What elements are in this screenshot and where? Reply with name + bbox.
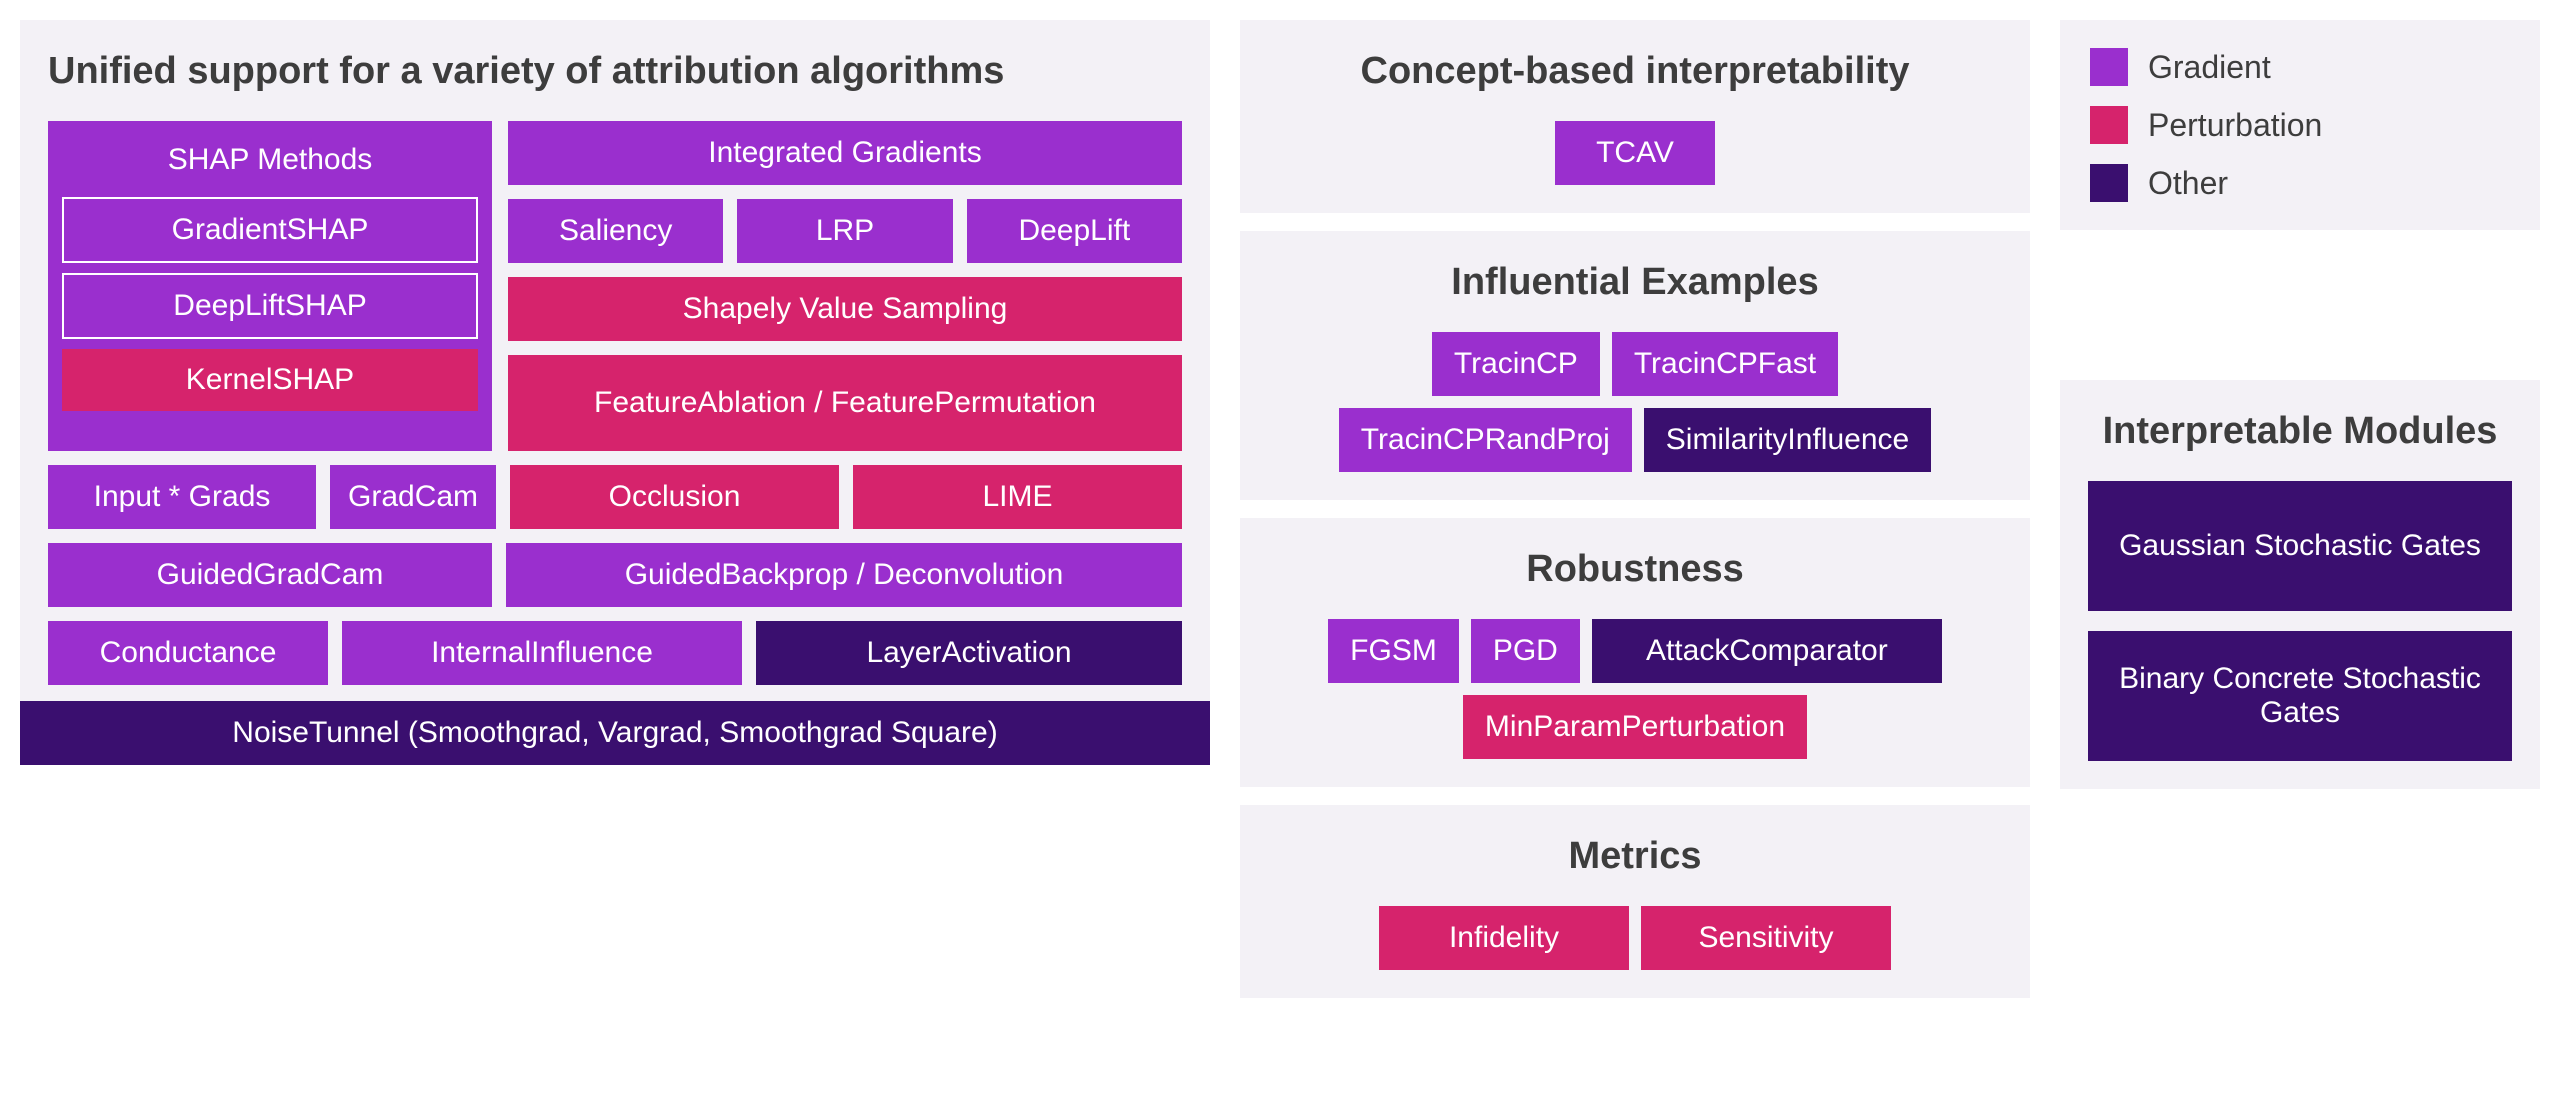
shap-methods-group: SHAP Methods GradientSHAP DeepLiftSHAP K… bbox=[48, 121, 492, 451]
concept-panel: Concept-based interpretability TCAV bbox=[1240, 20, 2030, 213]
legend-gradient: Gradient bbox=[2090, 48, 2510, 86]
noise-tunnel-cell: NoiseTunnel (Smoothgrad, Vargrad, Smooth… bbox=[20, 701, 1210, 765]
gradient-swatch bbox=[2090, 48, 2128, 86]
tracincp-randproj-cell: TracinCPRandProj bbox=[1339, 408, 1632, 472]
infidelity-cell: Infidelity bbox=[1379, 906, 1629, 970]
deeplift-shap-cell: DeepLiftSHAP bbox=[62, 273, 478, 339]
lime-cell: LIME bbox=[853, 465, 1182, 529]
shap-header: SHAP Methods bbox=[62, 137, 478, 187]
sensitivity-cell: Sensitivity bbox=[1641, 906, 1891, 970]
attack-comparator-cell: AttackComparator bbox=[1592, 619, 1942, 683]
other-swatch bbox=[2090, 164, 2128, 202]
perturbation-swatch bbox=[2090, 106, 2128, 144]
input-grads-cell: Input * Grads bbox=[48, 465, 316, 529]
guided-backprop-cell: GuidedBackprop / Deconvolution bbox=[506, 543, 1182, 607]
tcav-cell: TCAV bbox=[1555, 121, 1715, 185]
saliency-cell: Saliency bbox=[508, 199, 723, 263]
attribution-title: Unified support for a variety of attribu… bbox=[48, 50, 1182, 93]
robustness-title: Robustness bbox=[1268, 548, 2002, 591]
influential-panel: Influential Examples TracinCP TracinCPFa… bbox=[1240, 231, 2030, 500]
attribution-column: Unified support for a variety of attribu… bbox=[20, 20, 1210, 998]
gradcam-cell: GradCam bbox=[330, 465, 496, 529]
gaussian-gates-cell: Gaussian Stochastic Gates bbox=[2088, 481, 2512, 611]
legend-other: Other bbox=[2090, 164, 2510, 202]
legend-perturbation: Perturbation bbox=[2090, 106, 2510, 144]
lrp-cell: LRP bbox=[737, 199, 952, 263]
kernel-shap-cell: KernelSHAP bbox=[62, 349, 478, 411]
legend-gradient-label: Gradient bbox=[2148, 49, 2271, 86]
robustness-panel: Robustness FGSM PGD AttackComparator Min… bbox=[1240, 518, 2030, 787]
integrated-gradients-cell: Integrated Gradients bbox=[508, 121, 1182, 185]
layer-activation-cell: LayerActivation bbox=[756, 621, 1182, 685]
metrics-title: Metrics bbox=[1268, 835, 2002, 878]
attribution-right-group: Integrated Gradients Saliency LRP DeepLi… bbox=[508, 121, 1182, 451]
metrics-panel: Metrics Infidelity Sensitivity bbox=[1240, 805, 2030, 998]
modules-title: Interpretable Modules bbox=[2088, 410, 2512, 453]
diagram-root: Unified support for a variety of attribu… bbox=[20, 20, 2540, 998]
deeplift-cell: DeepLift bbox=[967, 199, 1182, 263]
modules-panel: Interpretable Modules Gaussian Stochasti… bbox=[2060, 380, 2540, 789]
influential-title: Influential Examples bbox=[1268, 261, 2002, 304]
shapely-sampling-cell: Shapely Value Sampling bbox=[508, 277, 1182, 341]
legend-perturbation-label: Perturbation bbox=[2148, 107, 2322, 144]
min-param-perturbation-cell: MinParamPerturbation bbox=[1463, 695, 1807, 759]
fgsm-cell: FGSM bbox=[1328, 619, 1459, 683]
pgd-cell: PGD bbox=[1471, 619, 1580, 683]
occlusion-cell: Occlusion bbox=[510, 465, 839, 529]
guided-gradcam-cell: GuidedGradCam bbox=[48, 543, 492, 607]
legend-other-label: Other bbox=[2148, 165, 2228, 202]
similarity-influence-cell: SimilarityInfluence bbox=[1644, 408, 1931, 472]
concept-title: Concept-based interpretability bbox=[1268, 50, 2002, 93]
gradient-shap-cell: GradientSHAP bbox=[62, 197, 478, 263]
legend-panel: Gradient Perturbation Other bbox=[2060, 20, 2540, 230]
middle-column: Concept-based interpretability TCAV Infl… bbox=[1240, 20, 2030, 998]
binary-gates-cell: Binary Concrete Stochastic Gates bbox=[2088, 631, 2512, 761]
tracincp-cell: TracinCP bbox=[1432, 332, 1600, 396]
conductance-cell: Conductance bbox=[48, 621, 328, 685]
attribution-panel: Unified support for a variety of attribu… bbox=[20, 20, 1210, 701]
feature-ablation-cell: FeatureAblation / FeaturePermutation bbox=[508, 355, 1182, 451]
right-column: Gradient Perturbation Other Interpretabl… bbox=[2060, 20, 2540, 998]
tracincp-fast-cell: TracinCPFast bbox=[1612, 332, 1838, 396]
internal-influence-cell: InternalInfluence bbox=[342, 621, 742, 685]
